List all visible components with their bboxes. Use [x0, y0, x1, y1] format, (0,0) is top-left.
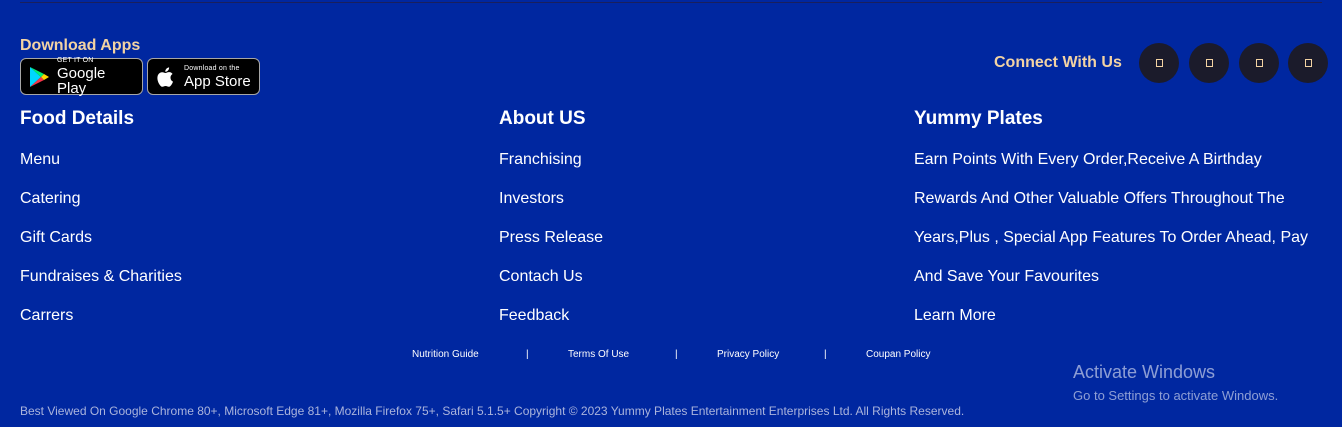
copyright-text: Best Viewed On Google Chrome 80+, Micros…: [20, 404, 965, 418]
facebook-icon: [1155, 59, 1163, 67]
activate-windows-subtitle: Go to Settings to activate Windows.: [1073, 388, 1279, 403]
google-play-small-text: GET IT ON: [57, 57, 94, 64]
social-button-youtube[interactable]: [1288, 43, 1328, 83]
app-store-badge[interactable]: Download on the App Store: [147, 58, 260, 95]
food-link-menu[interactable]: Menu: [20, 151, 60, 169]
food-details-title: Food Details: [20, 108, 135, 129]
yummy-plates-text-line: And Save Your Favourites: [914, 268, 1100, 285]
google-play-badge[interactable]: GET IT ON Google Play: [20, 57, 143, 97]
yummy-plates-text-line: Earn Points With Every Order,Receive A B…: [914, 151, 1262, 168]
connect-with-us-label: Connect With Us: [994, 54, 1122, 71]
google-play-icon: [30, 66, 49, 87]
food-link-catering[interactable]: Catering: [20, 190, 80, 208]
yummy-plates-title: Yummy Plates: [914, 108, 1043, 129]
about-link-feedback[interactable]: Feedback: [499, 307, 569, 325]
youtube-icon: [1304, 59, 1312, 67]
food-link-carrers[interactable]: Carrers: [20, 307, 73, 325]
apple-icon: [157, 66, 173, 87]
top-divider: [20, 2, 1322, 3]
about-link-contact-us[interactable]: Contach Us: [499, 268, 583, 286]
app-store-small-text: Download on the: [184, 64, 240, 72]
yummy-plates-text-line: Rewards And Other Valuable Offers Throug…: [914, 190, 1285, 207]
policy-separator: |: [526, 349, 529, 360]
twitter-icon: [1205, 59, 1213, 67]
social-button-twitter[interactable]: [1189, 43, 1229, 83]
app-store-big-text: App Store: [184, 72, 251, 90]
download-apps-title: Download Apps: [20, 37, 141, 54]
about-link-investors[interactable]: Investors: [499, 190, 564, 208]
about-link-press-release[interactable]: Press Release: [499, 229, 603, 247]
activate-windows-title: Activate Windows: [1073, 362, 1216, 382]
learn-more-link[interactable]: Learn More: [914, 307, 996, 325]
privacy-policy-link[interactable]: Privacy Policy: [717, 349, 779, 360]
coupon-policy-link[interactable]: Coupan Policy: [866, 349, 930, 360]
about-us-title: About US: [499, 108, 586, 129]
policy-separator: |: [824, 349, 827, 360]
instagram-icon: [1255, 59, 1263, 67]
food-link-gift-cards[interactable]: Gift Cards: [20, 229, 92, 247]
nutrition-guide-link[interactable]: Nutrition Guide: [412, 349, 479, 360]
social-button-facebook[interactable]: [1139, 43, 1179, 83]
terms-of-use-link[interactable]: Terms Of Use: [568, 349, 629, 360]
about-link-franchising[interactable]: Franchising: [499, 151, 582, 169]
food-link-fundraises[interactable]: Fundraises & Charities: [20, 268, 182, 286]
policy-separator: |: [675, 349, 678, 360]
yummy-plates-text-line: Years,Plus , Special App Features To Ord…: [914, 229, 1309, 246]
google-play-big-text: Google Play: [57, 65, 106, 97]
social-button-instagram[interactable]: [1239, 43, 1279, 83]
